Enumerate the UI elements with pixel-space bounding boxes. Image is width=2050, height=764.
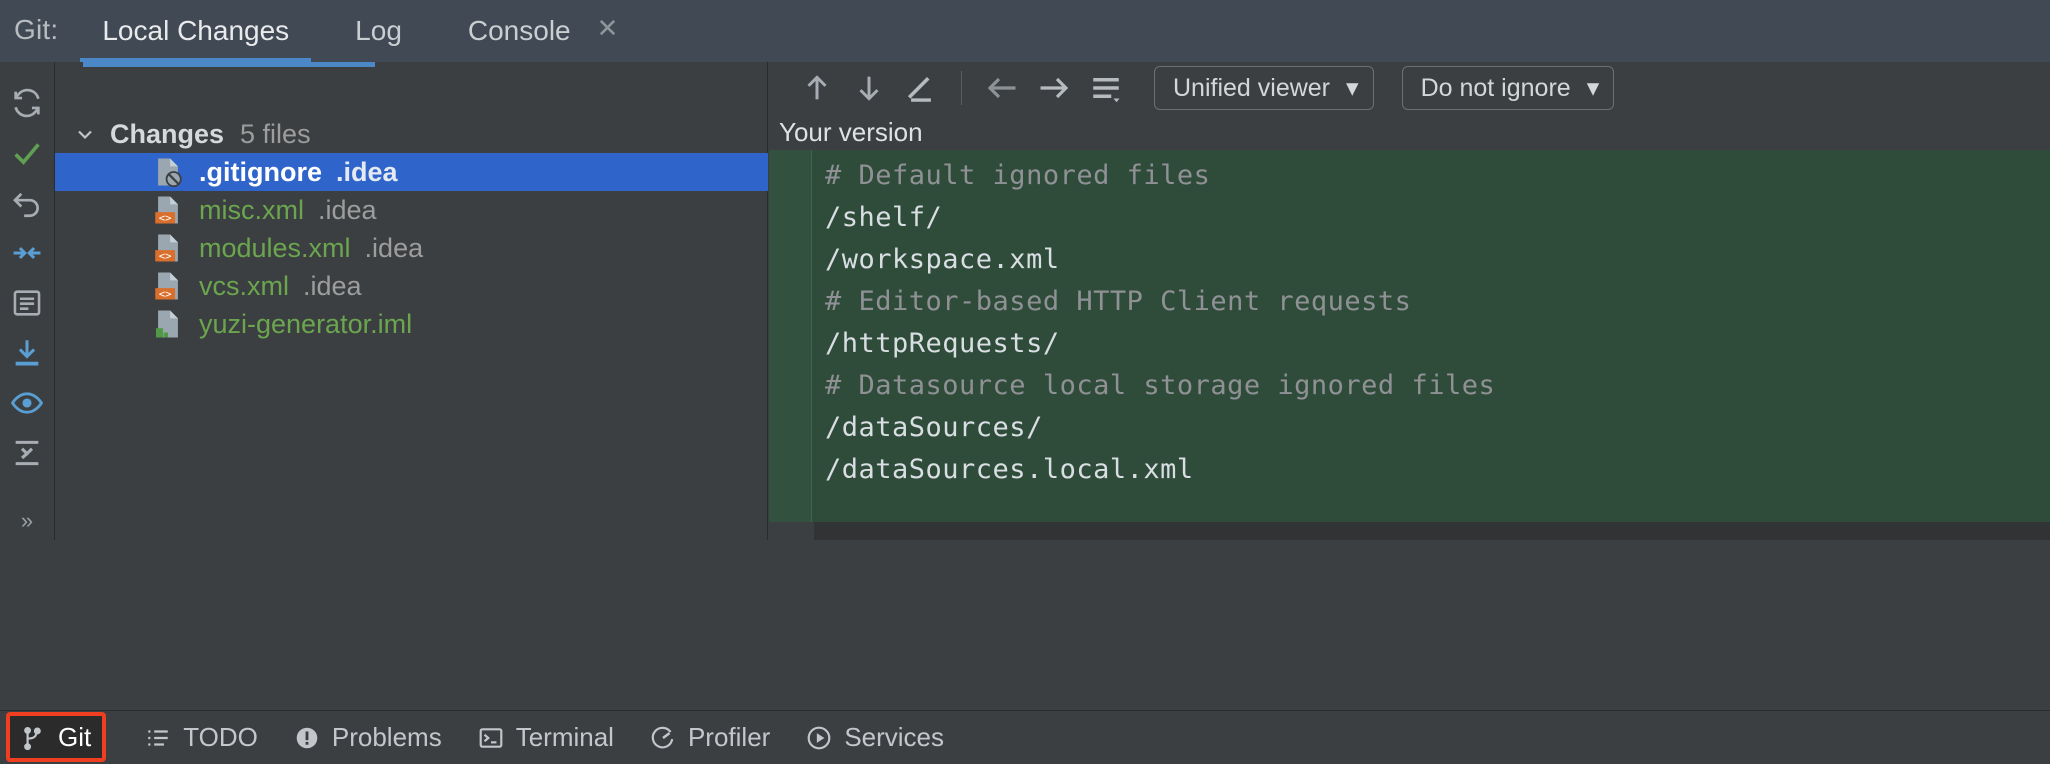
status-bar-git-group: Git bbox=[6, 711, 105, 764]
code-line: # Default ignored files bbox=[825, 160, 1210, 191]
accept-right-icon[interactable] bbox=[1028, 65, 1080, 111]
changes-group-count: 5 files bbox=[240, 119, 311, 150]
xml-file-icon: <> bbox=[151, 231, 185, 265]
chevron-down-icon[interactable] bbox=[72, 121, 98, 147]
edit-source-icon[interactable] bbox=[895, 65, 947, 111]
table-row[interactable]: .gitignore .idea bbox=[55, 153, 768, 191]
status-bar-item-terminal-label: Terminal bbox=[516, 722, 614, 753]
terminal-icon bbox=[478, 725, 504, 751]
status-bar-item-problems[interactable]: Problems bbox=[276, 711, 460, 764]
code-line: /dataSources.local.xml bbox=[825, 454, 1194, 485]
changes-toolbar-rail: » bbox=[0, 62, 55, 540]
table-row[interactable]: <> modules.xml .idea bbox=[55, 229, 768, 267]
preview-diff-icon[interactable] bbox=[4, 378, 50, 428]
file-path: .idea bbox=[318, 195, 377, 226]
horizontal-scrollbar[interactable] bbox=[83, 62, 375, 67]
tab-log-label: Log bbox=[355, 15, 402, 47]
status-bar-item-todo-label: TODO bbox=[183, 722, 258, 753]
svg-text:<>: <> bbox=[159, 211, 172, 224]
code-line: # Editor-based HTTP Client requests bbox=[825, 286, 1411, 317]
ignored-file-icon bbox=[151, 155, 185, 189]
changes-group-row[interactable]: Changes 5 files bbox=[55, 115, 768, 153]
previous-difference-icon[interactable] bbox=[791, 65, 843, 111]
services-play-icon bbox=[806, 725, 832, 751]
xml-file-icon: <> bbox=[151, 193, 185, 227]
profiler-icon bbox=[650, 725, 676, 751]
diff-version-title: Your version bbox=[769, 114, 2050, 150]
file-path: .idea bbox=[303, 271, 362, 302]
status-bar-item-profiler[interactable]: Profiler bbox=[632, 711, 788, 764]
code-line: /dataSources/ bbox=[825, 412, 1043, 443]
git-tab-bar: Git: Local Changes Log Console ✕ bbox=[0, 0, 2050, 62]
diff-content[interactable]: # Default ignored files /shelf/ /workspa… bbox=[769, 150, 2050, 540]
ignore-policy-value: Do not ignore bbox=[1421, 74, 1571, 103]
svg-text:<>: <> bbox=[159, 249, 172, 262]
diff-version-title-bar: Your version bbox=[769, 114, 2050, 150]
status-bar-item-services-label: Services bbox=[844, 722, 944, 753]
file-name: modules.xml bbox=[199, 233, 351, 264]
git-tool-window-label: Git: bbox=[0, 14, 58, 62]
commit-check-icon[interactable] bbox=[4, 128, 50, 178]
status-bar-item-problems-label: Problems bbox=[332, 722, 442, 753]
tab-console[interactable]: Console bbox=[446, 0, 593, 62]
xml-file-icon: <> bbox=[151, 269, 185, 303]
settings-menu-icon[interactable] bbox=[1080, 65, 1132, 111]
tab-log[interactable]: Log bbox=[333, 0, 424, 62]
status-bar-item-terminal[interactable]: Terminal bbox=[460, 711, 632, 764]
git-branch-icon bbox=[20, 724, 46, 752]
tab-local-changes-label: Local Changes bbox=[102, 15, 289, 47]
file-name: vcs.xml bbox=[199, 271, 289, 302]
table-row[interactable]: yuzi-generator.iml bbox=[55, 305, 768, 343]
diff-toolbar: Unified viewer ▾ Do not ignore ▾ bbox=[769, 62, 2050, 114]
status-bar-item-profiler-label: Profiler bbox=[688, 722, 770, 753]
git-tool-window: Git: Local Changes Log Console ✕ bbox=[0, 0, 2050, 764]
chevron-down-icon: ▾ bbox=[1346, 73, 1359, 103]
more-toolbar-actions-button[interactable]: » bbox=[0, 508, 55, 534]
svg-text:<>: <> bbox=[159, 287, 172, 300]
status-bar-item-git-label: Git bbox=[58, 722, 91, 753]
refresh-icon[interactable] bbox=[4, 78, 50, 128]
viewer-mode-select[interactable]: Unified viewer ▾ bbox=[1154, 66, 1374, 110]
iml-file-icon bbox=[151, 307, 185, 341]
status-bar-item-todo[interactable]: TODO bbox=[127, 711, 276, 764]
rollback-icon[interactable] bbox=[4, 178, 50, 228]
changes-tree-panel: Changes 5 files .gitignore .idea bbox=[55, 62, 768, 540]
status-bar-item-services[interactable]: Services bbox=[788, 711, 962, 764]
file-path: .idea bbox=[336, 157, 398, 188]
code-line: /workspace.xml bbox=[825, 244, 1060, 275]
tab-console-label: Console bbox=[468, 15, 571, 47]
toolbar-separator bbox=[961, 71, 962, 105]
status-bar: Git TODO Problems bbox=[0, 710, 2050, 764]
code-line: /httpRequests/ bbox=[825, 328, 1060, 359]
ignore-policy-select[interactable]: Do not ignore ▾ bbox=[1402, 66, 1615, 110]
file-name: misc.xml bbox=[199, 195, 304, 226]
viewer-mode-value: Unified viewer bbox=[1173, 74, 1330, 103]
shelve-icon[interactable] bbox=[4, 228, 50, 278]
next-difference-icon[interactable] bbox=[843, 65, 895, 111]
show-diff-icon[interactable] bbox=[4, 278, 50, 328]
diff-line-gutter bbox=[769, 150, 812, 522]
table-row[interactable]: <> vcs.xml .idea bbox=[55, 267, 768, 305]
tab-local-changes[interactable]: Local Changes bbox=[80, 0, 311, 62]
file-name: yuzi-generator.iml bbox=[199, 309, 412, 340]
diff-viewer: Your version # Default ignored files /sh… bbox=[769, 114, 2050, 540]
file-path: .idea bbox=[365, 233, 424, 264]
code-line: /shelf/ bbox=[825, 202, 942, 233]
update-project-icon[interactable] bbox=[4, 328, 50, 378]
diff-bottom-gutter-strip bbox=[769, 522, 814, 540]
todo-list-icon bbox=[145, 725, 171, 751]
diff-bottom-strip bbox=[769, 522, 2050, 540]
expand-all-icon[interactable] bbox=[4, 428, 50, 478]
code-line: # Datasource local storage ignored files bbox=[825, 370, 1495, 401]
table-row[interactable]: <> misc.xml .idea bbox=[55, 191, 768, 229]
status-bar-item-git[interactable]: Git bbox=[6, 711, 105, 764]
chevron-down-icon: ▾ bbox=[1587, 73, 1600, 103]
problems-warning-icon bbox=[294, 725, 320, 751]
file-name: .gitignore bbox=[199, 157, 322, 188]
close-icon[interactable]: ✕ bbox=[593, 0, 629, 62]
accept-left-icon[interactable] bbox=[976, 65, 1028, 111]
changes-group-label: Changes bbox=[110, 119, 224, 150]
